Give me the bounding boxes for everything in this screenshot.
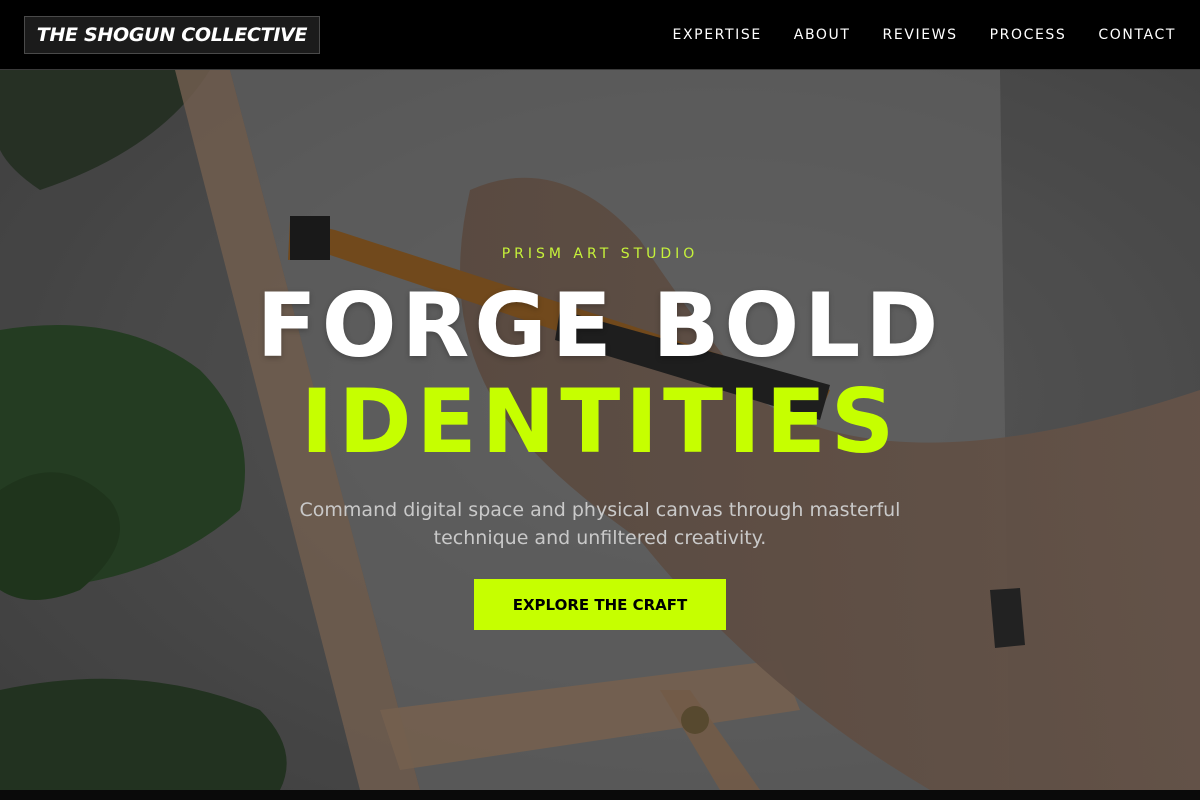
nav-link-expertise[interactable]: EXPERTISE	[673, 27, 762, 43]
bottom-strip	[0, 790, 1200, 800]
hero-content: PRISM ART STUDIO FORGE BOLD IDENTITIES C…	[0, 70, 1200, 790]
studio-kicker: PRISM ART STUDIO	[501, 246, 699, 262]
nav-link-process[interactable]: PROCESS	[990, 27, 1067, 43]
brand-logo[interactable]: THE SHOGUN COLLECTIVE	[24, 16, 320, 54]
nav-link-reviews[interactable]: REVIEWS	[883, 27, 958, 43]
hero-headline-line1: FORGE BOLD	[256, 274, 944, 377]
hero-headline-line2: IDENTITIES	[300, 370, 900, 473]
explore-craft-button[interactable]: EXPLORE THE CRAFT	[474, 579, 726, 630]
nav-links: EXPERTISE ABOUT REVIEWS PROCESS CONTACT	[673, 0, 1176, 70]
hero-subtitle: Command digital space and physical canva…	[299, 499, 901, 549]
nav-link-about[interactable]: ABOUT	[794, 27, 851, 43]
page: THE SHOGUN COLLECTIVE EXPERTISE ABOUT RE…	[0, 0, 1200, 800]
hero-section: PRISM ART STUDIO FORGE BOLD IDENTITIES C…	[0, 70, 1200, 790]
nav-link-contact[interactable]: CONTACT	[1098, 27, 1176, 43]
top-navigation: THE SHOGUN COLLECTIVE EXPERTISE ABOUT RE…	[0, 0, 1200, 70]
